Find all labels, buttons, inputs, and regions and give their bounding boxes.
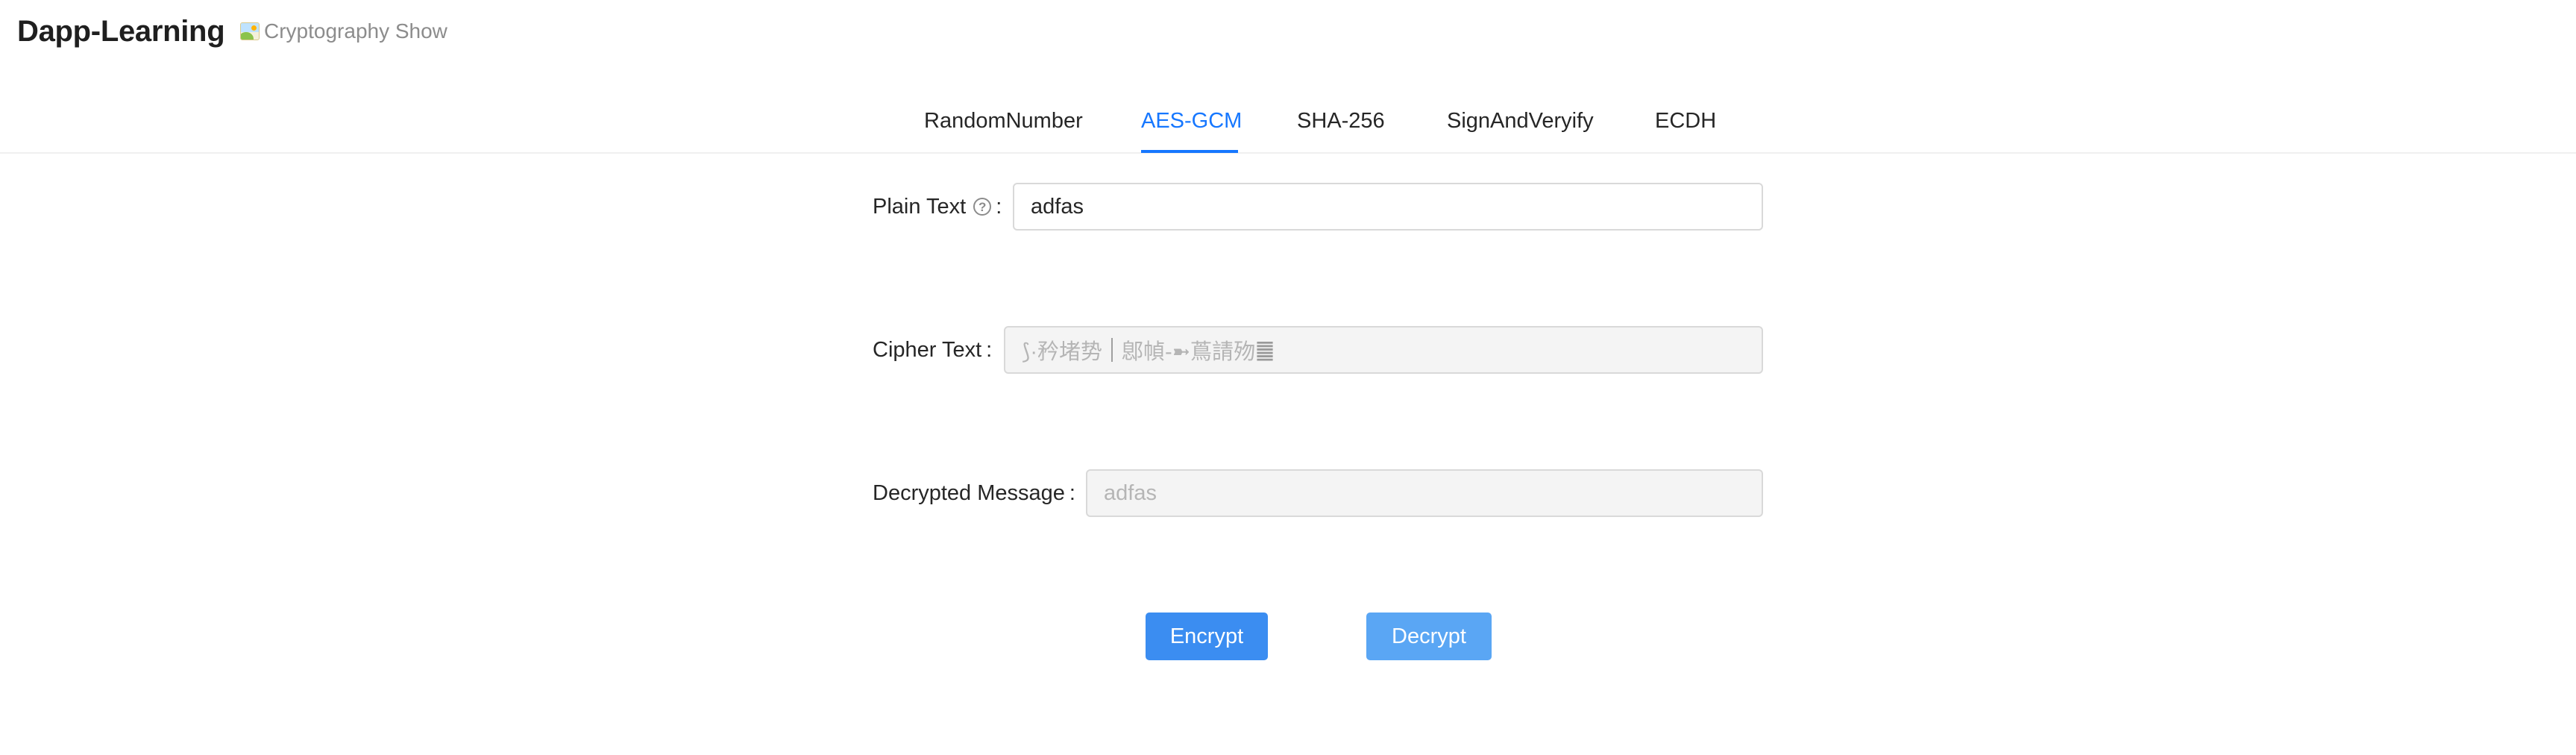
cipher-text-label: Cipher Text : [873, 335, 992, 365]
label-colon: : [996, 195, 1002, 219]
tab-random-number[interactable]: RandomNumber [924, 106, 1083, 136]
plain-text-input[interactable]: adfas [1013, 183, 1763, 231]
decrypt-button[interactable]: Decrypt [1366, 613, 1492, 660]
app-subtitle-text: Cryptography Show [264, 19, 447, 43]
decrypted-message-label: Decrypted Message : [873, 478, 1075, 508]
label-colon: : [1069, 481, 1075, 505]
decrypted-message-value: adfas [1104, 480, 1157, 505]
cipher-text-value-tail: ䷀ [1254, 338, 1275, 363]
plain-text-label: Plain Text ? : [873, 192, 1002, 222]
tab-sign-and-verify[interactable]: SignAndVeryify [1447, 106, 1594, 136]
decrypted-message-output[interactable]: adfas [1086, 469, 1763, 517]
plain-text-label-text: Plain Text [873, 195, 967, 219]
active-tab-indicator [1141, 150, 1238, 153]
tab-aes-gcm[interactable]: AES-GCM [1141, 106, 1242, 136]
picture-icon [240, 22, 260, 40]
label-colon: : [986, 338, 993, 362]
app-title: Dapp-Learning [17, 15, 225, 48]
tab-ecdh[interactable]: ECDH [1655, 106, 1716, 136]
tab-bar: RandomNumber AES-GCM SHA-256 SignAndVery… [0, 93, 2576, 154]
text-caret [1110, 338, 1113, 362]
tab-sha-256[interactable]: SHA-256 [1297, 106, 1385, 136]
cipher-text-label-text: Cipher Text [873, 338, 982, 362]
cipher-text-output[interactable]: ⟆·矜堵势 鄎幀-➼蔦請歾 ䷀ [1004, 326, 1763, 374]
decrypted-message-label-text: Decrypted Message [873, 481, 1065, 505]
cipher-text-value-part1: ⟆·矜堵势 [1022, 340, 1102, 364]
app-header: Dapp-Learning Cryptography Show [0, 0, 2576, 63]
plain-text-value: adfas [1031, 194, 1084, 219]
question-circle-icon[interactable]: ? [973, 198, 992, 216]
cipher-text-value-part2: 鄎幀-➼蔦請歾 [1121, 340, 1255, 364]
encrypt-button[interactable]: Encrypt [1146, 613, 1268, 660]
app-subtitle: Cryptography Show [240, 16, 447, 46]
